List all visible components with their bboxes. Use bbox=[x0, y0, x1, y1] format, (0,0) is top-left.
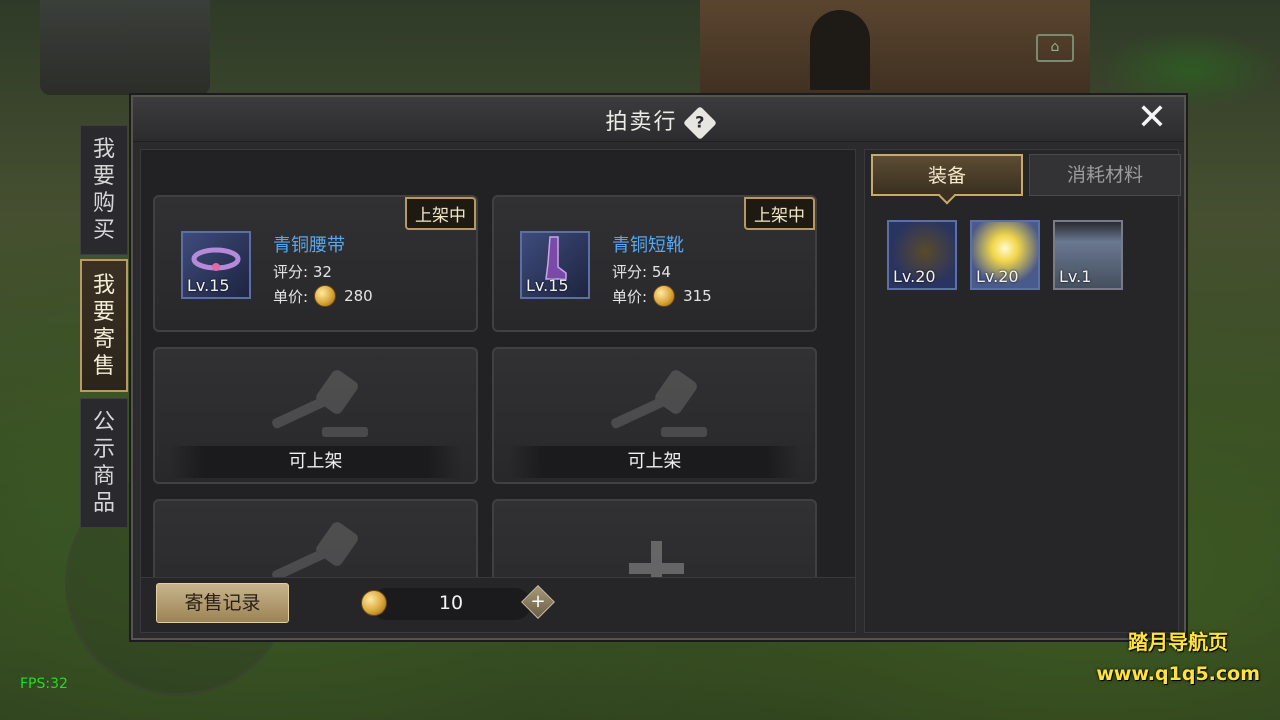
item-price: 单价: 315 bbox=[612, 285, 712, 307]
status-badge: 上架中 bbox=[744, 197, 815, 230]
inventory-panel: 装备 消耗材料 Lv.20 Lv.20 Lv.1 bbox=[864, 149, 1181, 633]
tab-sell-char: 我 bbox=[92, 272, 115, 298]
tab-public-char: 品 bbox=[92, 491, 115, 516]
tab-sell-char: 要 bbox=[92, 299, 115, 325]
pants-icon[interactable]: Lv.1 bbox=[1053, 220, 1123, 290]
price-label: 单价: bbox=[612, 287, 648, 306]
coin-icon bbox=[314, 285, 337, 307]
slot-available-label: 可上架 bbox=[508, 446, 801, 478]
sale-slot-1[interactable]: 上架中 Lv.15 青铜腰带 评分: 32 单价: 280 bbox=[153, 195, 478, 332]
currency-display: 10 bbox=[361, 588, 531, 620]
tab-public-char: 商 bbox=[92, 464, 115, 489]
watermark-line-2: www.q1q5.com bbox=[1096, 663, 1260, 685]
bottom-bar: 寄售记录 10 + bbox=[141, 577, 855, 632]
tab-consumables[interactable]: 消耗材料 bbox=[1029, 154, 1181, 196]
fps-counter: FPS:32 bbox=[20, 676, 68, 692]
tab-public-char: 示 bbox=[92, 437, 115, 462]
empty-slot-2[interactable]: 可上架 bbox=[492, 347, 817, 484]
item-score: 评分: 32 bbox=[273, 263, 332, 281]
tab-buy[interactable]: 我 要 购 买 bbox=[80, 125, 128, 255]
item-level: Lv.15 bbox=[526, 276, 569, 295]
plus-icon: + bbox=[530, 591, 546, 612]
bed-icon[interactable]: ⌂ bbox=[1036, 34, 1074, 62]
item-level: Lv.20 bbox=[893, 267, 936, 286]
item-score: 评分: 54 bbox=[612, 263, 671, 281]
tab-sell-char: 寄 bbox=[92, 326, 115, 352]
gavel-icon bbox=[611, 370, 707, 437]
tab-buy-char: 购 bbox=[92, 191, 115, 216]
panel-title-text: 拍卖行 bbox=[605, 110, 678, 135]
currency-amount: 10 bbox=[438, 592, 464, 614]
item-name: 青铜短靴 bbox=[612, 235, 684, 256]
item-level: Lv.1 bbox=[1059, 267, 1092, 286]
watermark: 踏月导航页 www.q1q5.com bbox=[1096, 626, 1260, 685]
item-level: Lv.20 bbox=[976, 267, 1019, 286]
tab-buy-char: 要 bbox=[92, 164, 115, 189]
background-house bbox=[700, 0, 1090, 104]
sell-slots-area: 上架中 Lv.15 青铜腰带 评分: 32 单价: 280 上架中 Lv.15 … bbox=[140, 149, 856, 633]
sale-slot-2[interactable]: 上架中 Lv.15 青铜短靴 评分: 54 单价: 315 bbox=[492, 195, 817, 332]
slot-available-label: 可上架 bbox=[169, 446, 462, 478]
auction-house-panel: 拍卖行? ✕ 上架中 Lv.15 青铜腰带 评分: 32 单价: 280 上架中… bbox=[131, 95, 1186, 640]
help-icon-glyph: ? bbox=[694, 113, 705, 132]
boots-icon[interactable]: Lv.15 bbox=[520, 231, 590, 299]
tab-sell-char: 售 bbox=[92, 353, 115, 379]
price-value: 315 bbox=[683, 287, 712, 305]
tab-equipment[interactable]: 装备 bbox=[871, 154, 1023, 196]
empty-slot-1[interactable]: 可上架 bbox=[153, 347, 478, 484]
amulet-icon[interactable]: Lv.20 bbox=[887, 220, 957, 290]
status-badge: 上架中 bbox=[405, 197, 476, 230]
background-windmill bbox=[40, 0, 210, 95]
price-label: 单价: bbox=[273, 287, 309, 306]
panel-header: 拍卖行? ✕ bbox=[133, 97, 1184, 142]
tab-public-char: 公 bbox=[92, 410, 115, 435]
tab-public-items[interactable]: 公 示 商 品 bbox=[80, 398, 128, 528]
tab-sell[interactable]: 我 要 寄 售 bbox=[80, 259, 128, 392]
tab-buy-char: 买 bbox=[92, 218, 115, 243]
page-title: 拍卖行? bbox=[133, 104, 1184, 140]
coin-icon bbox=[653, 285, 676, 307]
item-level: Lv.15 bbox=[187, 276, 230, 295]
belt-icon[interactable]: Lv.15 bbox=[181, 231, 251, 299]
item-price: 单价: 280 bbox=[273, 285, 373, 307]
close-icon[interactable]: ✕ bbox=[1134, 100, 1170, 137]
tab-buy-char: 我 bbox=[92, 137, 115, 162]
consignment-record-button[interactable]: 寄售记录 bbox=[156, 583, 289, 623]
watermark-line-1: 踏月导航页 bbox=[1128, 630, 1229, 654]
item-name: 青铜腰带 bbox=[273, 235, 345, 256]
gavel-icon bbox=[272, 370, 368, 437]
help-icon[interactable]: ? bbox=[682, 106, 717, 140]
staff-icon[interactable]: Lv.20 bbox=[970, 220, 1040, 290]
price-value: 280 bbox=[344, 287, 373, 305]
